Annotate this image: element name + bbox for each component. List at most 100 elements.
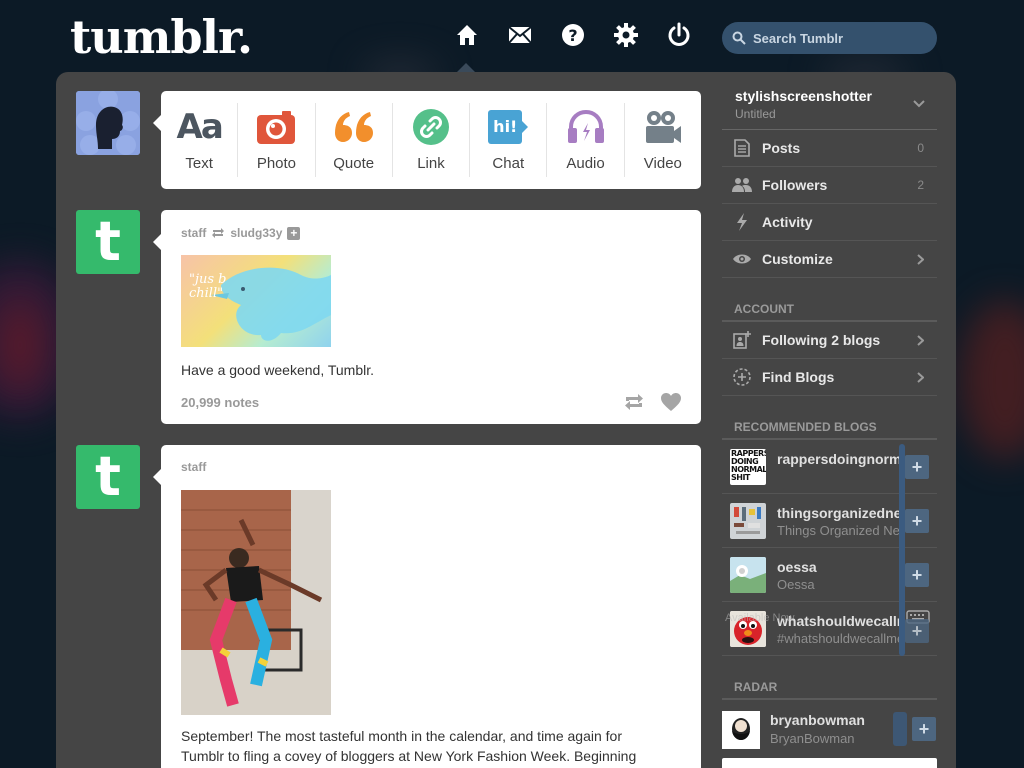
reblog-icon[interactable]: [623, 392, 645, 412]
follow-plus-button[interactable]: +: [905, 619, 929, 643]
sidebar-item-customize[interactable]: Customize: [722, 241, 937, 278]
sidebar-item-find-blogs[interactable]: Find Blogs: [722, 359, 937, 396]
headphones-icon: [566, 109, 606, 145]
post-type-audio[interactable]: Audio: [547, 103, 625, 177]
post-type-label: Quote: [333, 154, 375, 172]
video-camera-icon: [644, 109, 682, 145]
nav-active-caret: [457, 63, 475, 72]
following-icon: [733, 331, 751, 349]
quote-icon: [333, 109, 375, 145]
post-type-label: Link: [417, 154, 445, 172]
search-input[interactable]: [753, 30, 923, 46]
blog-thumbnail: [730, 557, 766, 593]
notes-count[interactable]: 20,999 notes: [181, 395, 259, 410]
follow-plus-button[interactable]: +: [905, 455, 929, 479]
recommended-blog-name: oessa: [777, 559, 817, 575]
recommended-blog-name: whatshouldwecallme: [777, 613, 902, 629]
post-header: staff sludg33y +: [181, 226, 301, 240]
search-box[interactable]: [722, 22, 937, 54]
blog-thumbnail: [730, 503, 766, 539]
svg-text:?: ?: [568, 26, 577, 45]
radar-highlight: [893, 712, 907, 746]
image-caption: "jus b chill": [189, 272, 227, 301]
account-heading: ACCOUNT: [734, 302, 794, 316]
sidebar-item-label: Customize: [762, 251, 833, 267]
post-text-line: September! The most tasteful month in th…: [181, 728, 622, 744]
sidebar-item-label: Posts: [762, 140, 801, 156]
sidebar-item-label: Find Blogs: [762, 369, 835, 385]
customize-eye-icon: [733, 254, 751, 264]
overlay-tooltip-text: Available Now: [725, 612, 795, 624]
post-author[interactable]: staff: [181, 460, 206, 474]
post-card: staff September! The most tasteful month…: [153, 445, 701, 768]
recommended-blog-name: thingsorganizedneatly: [777, 505, 902, 521]
post-text-line: Tumblr to fling a covey of bloggers at N…: [181, 748, 637, 764]
like-heart-icon[interactable]: [660, 392, 682, 412]
recommended-blog-name: rappersdoingnormalshit: [777, 451, 902, 467]
find-blogs-compass-icon: [733, 368, 751, 386]
reblogged-from[interactable]: sludg33y: [230, 226, 282, 240]
text-post-icon: Aa: [176, 106, 224, 147]
radar-avatar[interactable]: [722, 711, 760, 749]
followers-people-icon: [732, 178, 752, 192]
link-icon: [412, 108, 449, 145]
blog-thumbnail: RAPPERS DOING NORMAL SHIT: [730, 449, 766, 485]
inbox-icon[interactable]: [507, 22, 533, 48]
posts-count: 0: [917, 141, 924, 155]
radar-blog-title: BryanBowman: [770, 731, 855, 746]
chevron-down-icon: [913, 100, 925, 108]
recommended-blog-title: #whatshouldwecallme: [777, 631, 902, 646]
post-type-video[interactable]: Video: [625, 103, 701, 177]
help-icon[interactable]: ?: [560, 22, 586, 48]
sidebar-item-following[interactable]: Following 2 blogs: [722, 322, 937, 359]
post-type-link[interactable]: Link: [393, 103, 471, 177]
home-icon[interactable]: [454, 22, 480, 48]
sidebar-item-activity[interactable]: Activity: [722, 204, 937, 241]
post-type-label: Chat: [492, 154, 525, 172]
post-type-label: Text: [185, 154, 213, 172]
post-card: staff sludg33y + "jus b chill" Have a go…: [153, 210, 701, 424]
chevron-right-icon: [917, 334, 924, 346]
radar-blog-name[interactable]: bryanbowman: [770, 712, 865, 728]
settings-gear-icon[interactable]: [613, 22, 639, 48]
post-type-label: Video: [643, 154, 682, 172]
staff-avatar[interactable]: t: [76, 210, 140, 274]
blog-name: stylishscreenshotter: [735, 88, 872, 104]
post-type-quote[interactable]: Quote: [316, 103, 393, 177]
post-type-text[interactable]: Aa Text: [161, 103, 239, 177]
post-photo-dancer[interactable]: [181, 490, 331, 715]
post-author[interactable]: staff: [181, 226, 206, 240]
power-logout-icon[interactable]: [666, 22, 692, 48]
posts-document-icon: [734, 139, 750, 157]
sidebar-item-label: Followers: [762, 177, 828, 193]
followers-count: 2: [917, 178, 924, 192]
recommended-heading: RECOMMENDED BLOGS: [734, 420, 877, 434]
chevron-right-icon: [917, 253, 924, 265]
blog-title: Untitled: [735, 107, 776, 121]
camera-icon: [257, 109, 296, 145]
post-photo-dolphin[interactable]: "jus b chill": [181, 255, 331, 347]
radar-post-preview[interactable]: [722, 758, 937, 768]
follow-plus-button[interactable]: +: [905, 563, 929, 587]
user-avatar[interactable]: [76, 91, 140, 155]
sidebar-item-posts[interactable]: Posts 0: [722, 130, 937, 167]
follow-plus-button[interactable]: +: [905, 509, 929, 533]
follow-plus-button[interactable]: +: [912, 717, 936, 741]
recommended-blog-title: Things Organized Neatly: [777, 523, 902, 538]
tumblr-logo[interactable]: tumblr.: [70, 10, 253, 64]
chat-bubble-icon: hi!: [488, 109, 529, 145]
post-type-label: Photo: [256, 154, 297, 172]
divider: [722, 698, 937, 700]
post-type-chat[interactable]: hi! Chat: [470, 103, 548, 177]
post-type-label: Audio: [566, 154, 605, 172]
blog-selector[interactable]: stylishscreenshotter Untitled: [722, 80, 937, 130]
follow-plus-small-icon[interactable]: +: [287, 226, 301, 240]
activity-bolt-icon: [737, 213, 747, 231]
staff-avatar[interactable]: t: [76, 445, 140, 509]
sidebar-item-followers[interactable]: Followers 2: [722, 167, 937, 204]
search-icon: [732, 31, 746, 45]
post-text: Have a good weekend, Tumblr.: [181, 362, 375, 378]
post-type-photo[interactable]: Photo: [238, 103, 316, 177]
reblog-small-icon: [212, 228, 225, 238]
sidebar-item-label: Activity: [762, 214, 813, 230]
